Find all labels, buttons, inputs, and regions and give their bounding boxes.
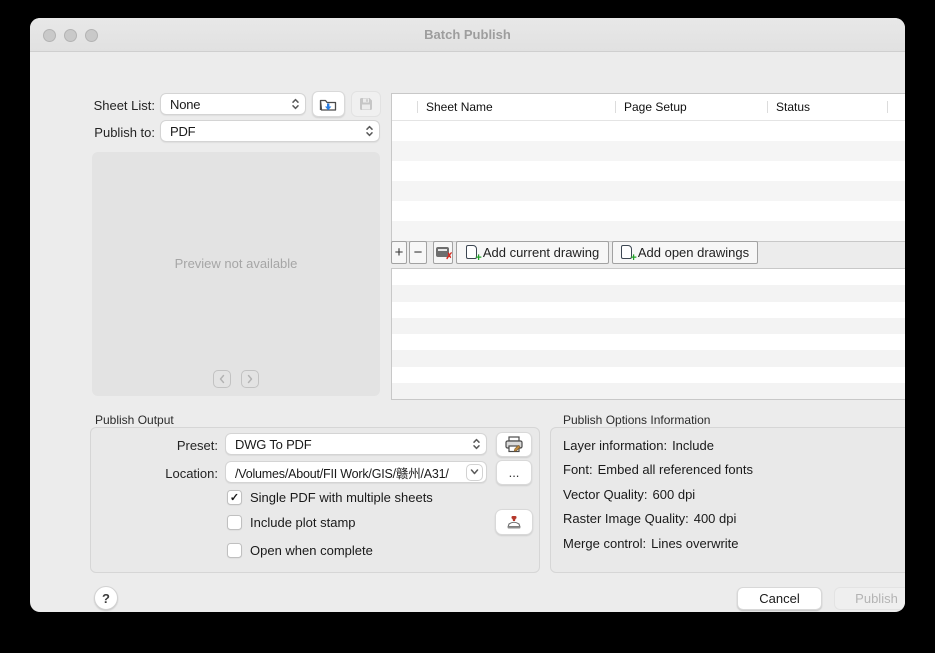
batch-publish-dialog: Batch Publish Sheet List: None Publish t… — [30, 18, 905, 612]
add-drawing-icon: + — [621, 245, 634, 260]
publish-options-info-list: Layer information:Include Font:Embed all… — [563, 433, 753, 556]
column-status[interactable]: Status — [767, 94, 887, 120]
chevron-left-icon — [218, 374, 226, 384]
column-page-setup[interactable]: Page Setup — [615, 94, 767, 120]
chevron-right-icon — [246, 374, 254, 384]
publish-options-info-title: Publish Options Information — [563, 413, 710, 427]
chevron-up-down-icon — [365, 124, 374, 138]
remove-sheet-list-icon: ✗ — [436, 247, 450, 258]
table-row — [392, 350, 905, 366]
preset-value: DWG To PDF — [235, 437, 312, 452]
open-folder-icon — [319, 97, 338, 112]
help-button[interactable]: ? — [94, 586, 118, 610]
publish-to-label: Publish to: — [70, 125, 155, 140]
info-line-vector-quality: Vector Quality:600 dpi — [563, 482, 753, 507]
info-line-merge-control: Merge control:Lines overwrite — [563, 531, 753, 556]
preview-prev-button[interactable] — [213, 370, 231, 388]
preview-next-button[interactable] — [241, 370, 259, 388]
location-value: /Volumes/About/FII Work/GIS/赣州/A31/ — [235, 463, 449, 482]
publish-button[interactable]: Publish — [834, 587, 905, 610]
cancel-button[interactable]: Cancel — [737, 587, 822, 610]
minimize-button[interactable] — [64, 29, 77, 42]
preset-label: Preset: — [130, 438, 218, 453]
info-line-layer: Layer information:Include — [563, 433, 753, 458]
preview-placeholder: Preview not available — [92, 256, 380, 271]
plot-stamp-settings-button[interactable] — [495, 509, 533, 535]
table-row — [392, 269, 905, 285]
table-row — [392, 121, 905, 141]
printer-edit-icon — [504, 436, 524, 453]
column-icon[interactable] — [392, 94, 417, 120]
add-current-drawing-button[interactable]: + Add current drawing — [456, 241, 609, 264]
preview-panel: Preview not available — [92, 152, 380, 396]
stamp-icon — [504, 515, 524, 530]
column-extra — [887, 94, 905, 120]
sheet-list-value: None — [170, 97, 200, 112]
publish-to-value: PDF — [170, 124, 195, 139]
chevron-down-icon — [466, 464, 483, 481]
option-single-pdf[interactable]: ✓ Single PDF with multiple sheets — [227, 490, 433, 505]
option-open-when-complete[interactable]: Open when complete — [227, 543, 373, 558]
preset-dropdown[interactable]: DWG To PDF — [225, 433, 487, 455]
option-plot-stamp[interactable]: Include plot stamp — [227, 515, 356, 530]
table-row — [392, 285, 905, 301]
table-row — [392, 302, 905, 318]
table-header: Sheet Name Page Setup Status — [392, 94, 905, 121]
sheet-list-label: Sheet List: — [70, 98, 155, 113]
zoom-button[interactable] — [85, 29, 98, 42]
info-line-font: Font:Embed all referenced fonts — [563, 458, 753, 483]
table-row — [392, 141, 905, 161]
publish-output-title: Publish Output — [95, 413, 174, 427]
sheet-list-dropdown[interactable]: None — [160, 93, 306, 115]
table-row — [392, 383, 905, 399]
table-row — [392, 161, 905, 181]
save-sheet-list-button[interactable] — [351, 91, 381, 117]
remove-sheet-button[interactable]: − — [409, 241, 427, 264]
plotter-settings-button[interactable] — [496, 432, 532, 457]
add-sheet-button[interactable]: + — [391, 241, 407, 264]
window-title: Batch Publish — [424, 27, 511, 42]
chevron-up-down-icon — [291, 97, 300, 111]
publish-to-dropdown[interactable]: PDF — [160, 120, 380, 142]
close-button[interactable] — [43, 29, 56, 42]
table-body — [392, 121, 905, 241]
traffic-lights — [43, 29, 98, 42]
location-label: Location: — [130, 466, 218, 481]
add-open-drawings-button[interactable]: + Add open drawings — [612, 241, 758, 264]
table-row — [392, 201, 905, 221]
checkbox-unchecked-icon[interactable] — [227, 515, 242, 530]
chevron-up-down-icon — [472, 437, 481, 451]
add-drawing-icon: + — [466, 245, 479, 260]
checkbox-unchecked-icon[interactable] — [227, 543, 242, 558]
title-bar: Batch Publish — [30, 18, 905, 52]
info-line-raster-quality: Raster Image Quality:400 dpi — [563, 507, 753, 532]
table-row — [392, 181, 905, 201]
table-row — [392, 367, 905, 383]
question-mark-icon: ? — [102, 591, 110, 606]
save-icon — [359, 97, 373, 111]
location-combo[interactable]: /Volumes/About/FII Work/GIS/赣州/A31/ — [225, 461, 487, 483]
table-row — [392, 334, 905, 350]
load-sheet-list-button[interactable] — [312, 91, 345, 117]
sheet-toolbar: + − ✗ + Add current drawing + Add open d… — [391, 241, 758, 264]
browse-location-button[interactable]: ... — [496, 460, 532, 485]
remove-all-sheets-button[interactable]: ✗ — [433, 241, 453, 264]
table-row — [392, 318, 905, 334]
publish-queue-table — [391, 268, 905, 400]
column-sheet-name[interactable]: Sheet Name — [417, 94, 615, 120]
checkbox-checked-icon[interactable]: ✓ — [227, 490, 242, 505]
table-row — [392, 221, 905, 241]
sheet-list-table: Sheet Name Page Setup Status — [391, 93, 905, 242]
